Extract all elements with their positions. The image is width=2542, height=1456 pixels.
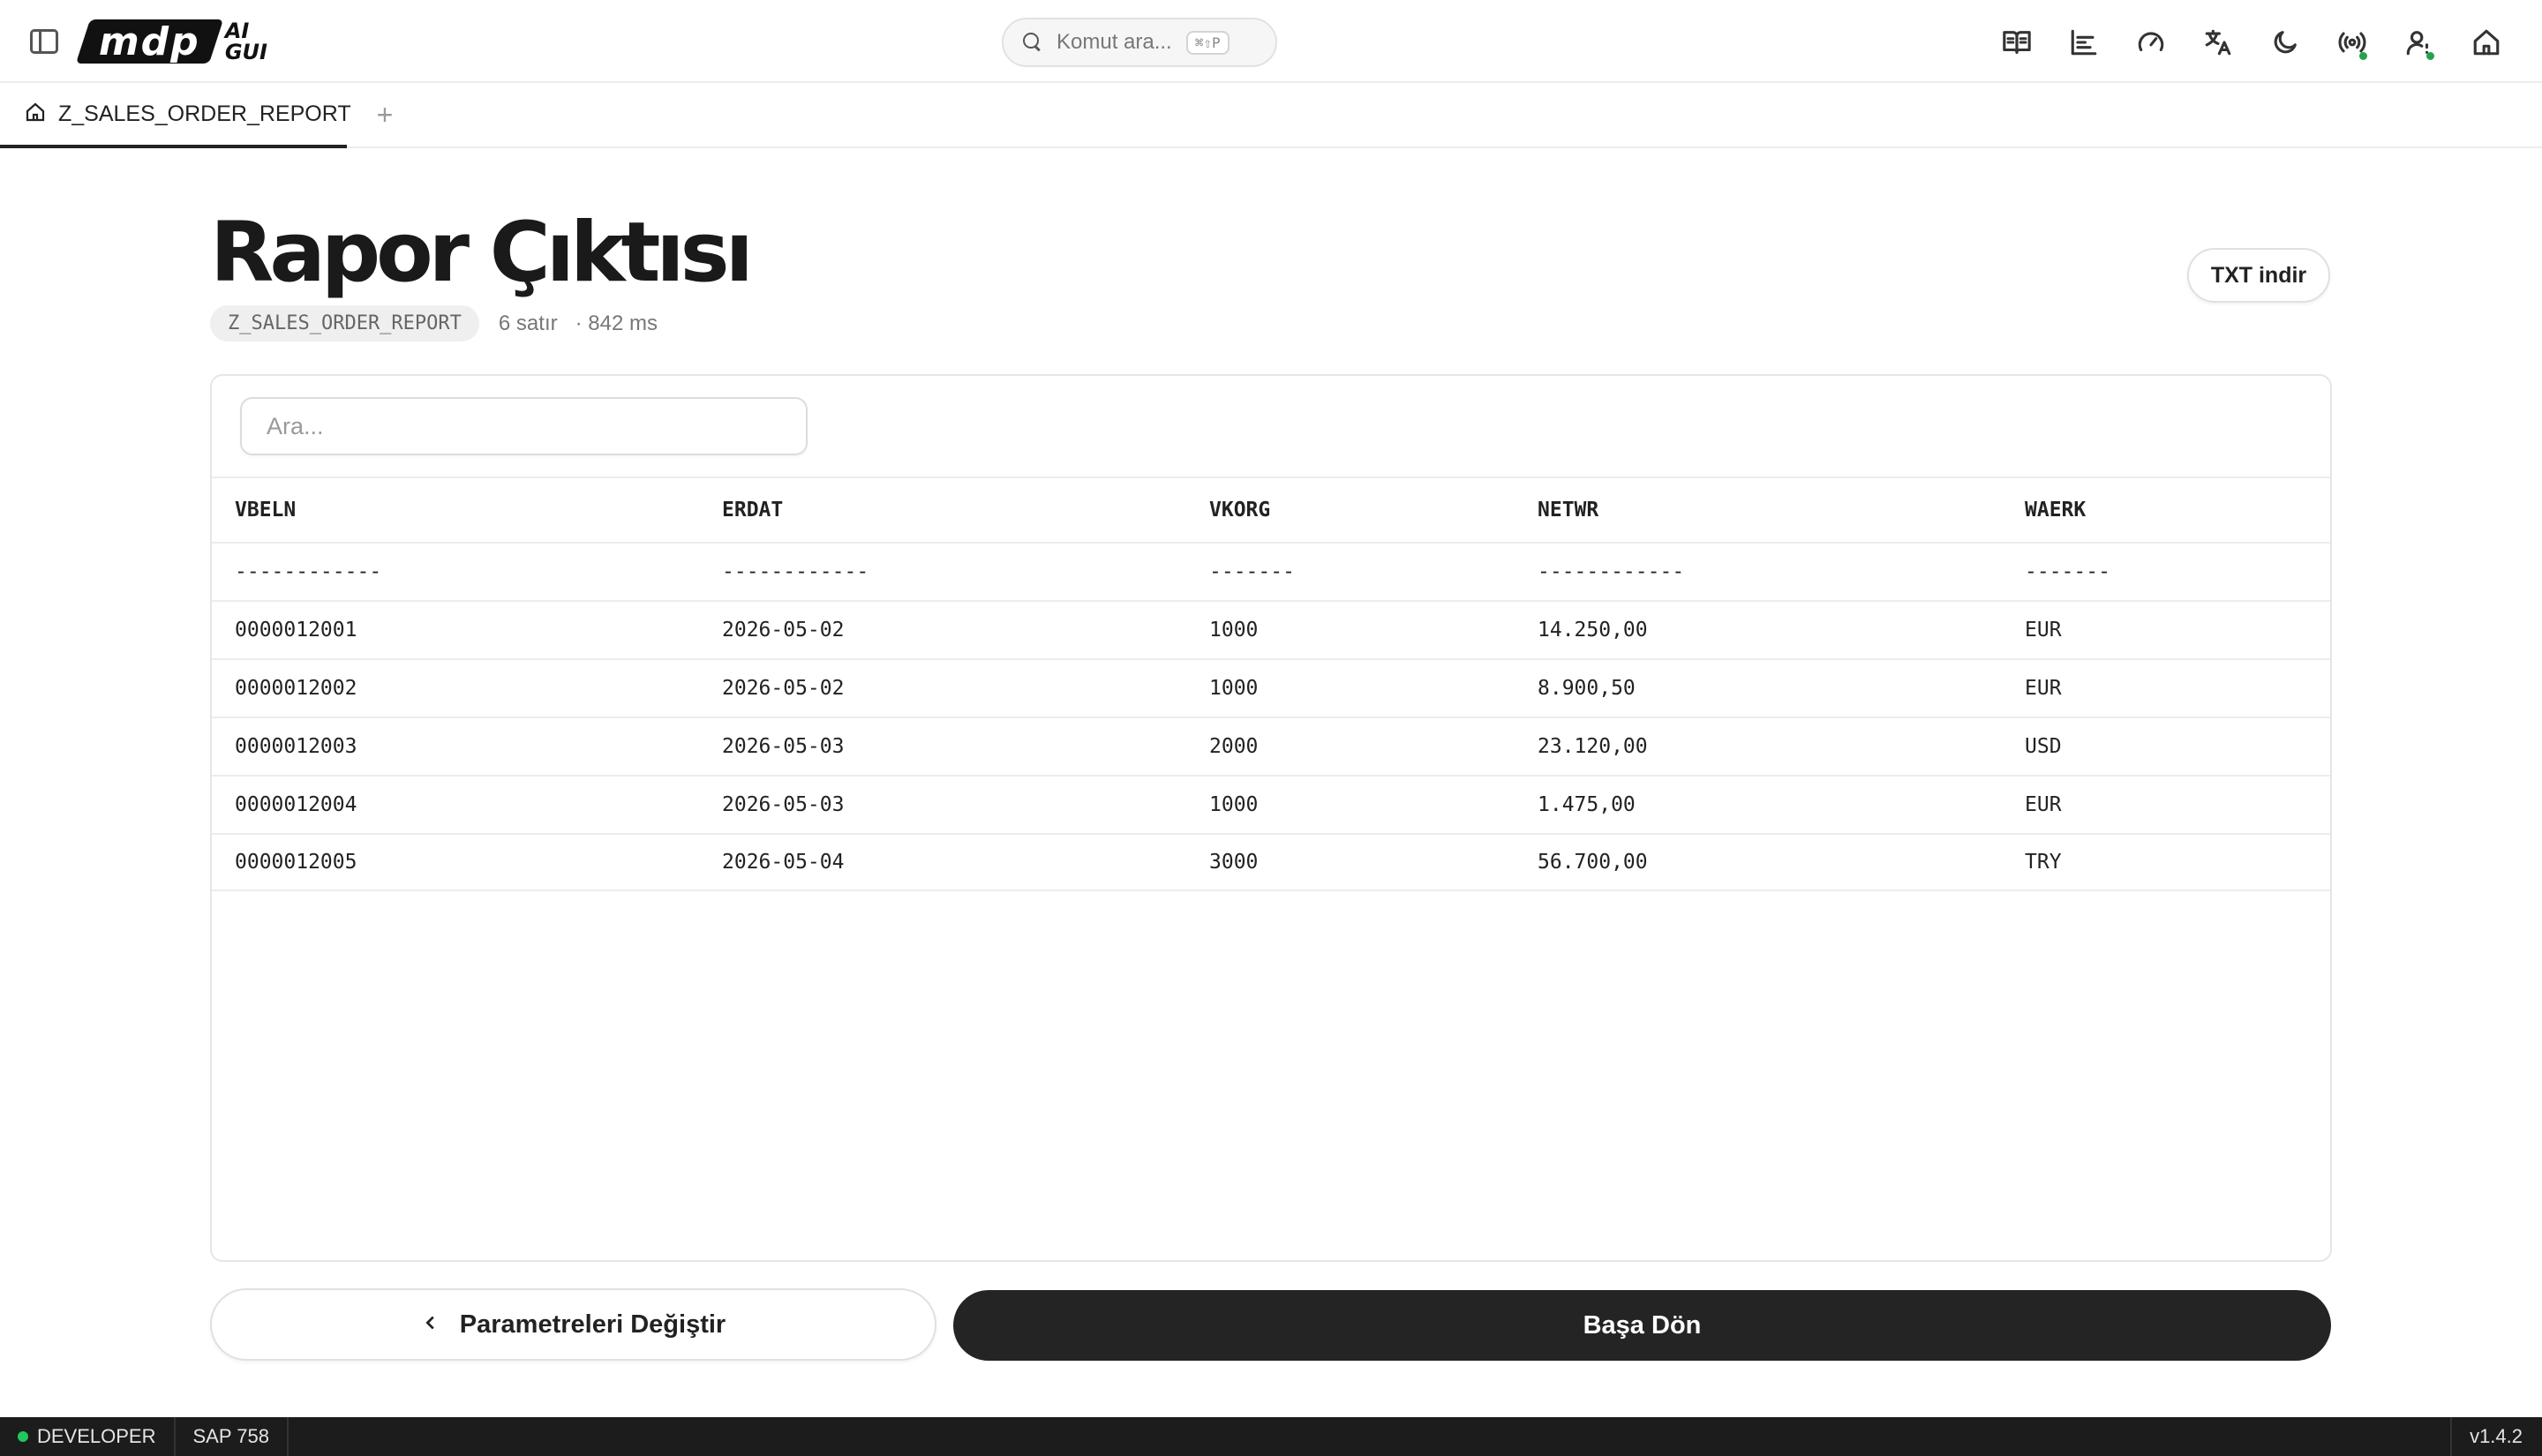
connection-status-dot [2359,52,2367,60]
table-cell: 0000012005 [235,851,357,874]
logo-ai-gui: AI GUI [224,19,267,64]
table-cell: ------------ [235,560,382,583]
table-cell: 56.700,00 [1538,851,1648,874]
top-bar: mdp AI GUI Komut ara... ⌘⇧P [0,0,2542,83]
table-cell: 1000 [1209,619,1259,642]
row-count: 6 satır [498,311,558,335]
table-cell: 2026-05-04 [722,851,845,874]
report-meta: Z_SALES_ORDER_REPORT 6 satır · 842 ms [210,305,658,341]
tab-z-sales-order-report[interactable]: Z_SALES_ORDER_REPORT [0,83,351,148]
status-bar: DEVELOPER SAP 758 v1.4.2 [0,1417,2542,1456]
column-header-vkorg[interactable]: VKORG [1209,478,1270,542]
table-cell: 1000 [1209,793,1259,816]
broadcast-icon[interactable] [2332,23,2373,62]
table-cell: EUR [2025,677,2062,700]
table-cell: 14.250,00 [1538,619,1648,642]
change-parameters-button[interactable]: Parametreleri Değiştir [210,1288,936,1361]
table-row[interactable]: 0000012001 2026-05-02 1000 14.250,00 EUR [212,600,2330,658]
logo-mark: mdp [75,19,223,64]
sidebar-toggle-icon[interactable] [30,29,58,54]
app-logo[interactable]: mdp AI GUI [75,18,267,65]
moon-icon[interactable] [2265,23,2305,62]
search-icon [1023,33,1042,52]
column-header-vbeln[interactable]: VBELN [235,478,296,542]
table-cell: 0000012001 [235,619,357,642]
chart-icon[interactable] [2064,23,2104,62]
table-header-row: VBELN ERDAT VKORG NETWR WAERK [212,477,2330,542]
table-cell: ------------ [1538,560,1685,583]
tab-bar: Z_SALES_ORDER_REPORT + [0,83,2542,148]
home-icon [25,101,46,127]
table-row[interactable]: 0000012004 2026-05-03 1000 1.475,00 EUR [212,775,2330,833]
chevron-left-icon [421,1313,440,1337]
table-search-input[interactable] [267,412,781,440]
table-cell: 23.120,00 [1538,735,1648,758]
environment-indicator: DEVELOPER [0,1417,176,1456]
change-parameters-label: Parametreleri Değiştir [459,1310,726,1339]
top-icon-group [1997,23,2507,62]
back-to-start-button[interactable]: Başa Dön [953,1290,2331,1361]
program-badge: Z_SALES_ORDER_REPORT [210,305,479,341]
table-cell: 2026-05-03 [722,793,845,816]
table-cell: 2026-05-02 [722,619,845,642]
table-cell: TRY [2025,851,2062,874]
add-tab-button[interactable]: + [367,97,402,132]
table-cell: 0000012002 [235,677,357,700]
table-row[interactable]: 0000012002 2026-05-02 1000 8.900,50 EUR [212,658,2330,717]
table-cell: 2026-05-02 [722,677,845,700]
table-cell: 8.900,50 [1538,677,1636,700]
table-cell: 0000012004 [235,793,357,816]
table-separator-row: ------------ ------------ ------- ------… [212,542,2330,600]
txt-download-button[interactable]: TXT indir [2187,248,2330,303]
environment-status-dot [18,1431,28,1442]
report-output-card: VBELN ERDAT VKORG NETWR WAERK ----------… [210,374,2332,1262]
home-icon[interactable] [2466,23,2507,62]
gauge-icon[interactable] [2131,23,2171,62]
table-cell: ------- [2025,560,2110,583]
page-title: Rapor Çıktısı [210,205,754,301]
table-search-field[interactable] [240,397,808,455]
book-open-icon[interactable] [1997,23,2037,62]
column-header-netwr[interactable]: NETWR [1538,478,1598,542]
command-search[interactable]: Komut ara... ⌘⇧P [1002,18,1277,67]
user-status-dot [2426,52,2434,60]
table-cell: 1000 [1209,677,1259,700]
command-shortcut-badge: ⌘⇧P [1185,30,1230,55]
table-row[interactable]: 0000012005 2026-05-04 3000 56.700,00 TRY [212,833,2330,891]
table-cell: USD [2025,735,2062,758]
table-cell: 2000 [1209,735,1259,758]
system-label: SAP 758 [176,1417,289,1456]
translate-icon[interactable] [2198,23,2238,62]
report-table: VBELN ERDAT VKORG NETWR WAERK ----------… [212,477,2330,891]
table-cell: 1.475,00 [1538,793,1636,816]
table-cell: ------- [1209,560,1295,583]
table-cell: 2026-05-03 [722,735,845,758]
table-cell: 3000 [1209,851,1259,874]
column-header-waerk[interactable]: WAERK [2025,478,2086,542]
table-cell: 0000012003 [235,735,357,758]
command-search-placeholder: Komut ara... [1057,30,1172,54]
table-row[interactable]: 0000012003 2026-05-03 2000 23.120,00 USD [212,717,2330,775]
version-label: v1.4.2 [2450,1417,2523,1456]
table-cell: EUR [2025,619,2062,642]
tab-label: Z_SALES_ORDER_REPORT [58,101,351,126]
user-settings-icon[interactable] [2399,23,2440,62]
table-cell: EUR [2025,793,2062,816]
environment-label: DEVELOPER [37,1425,156,1447]
run-duration: · 842 ms [575,311,658,335]
table-cell: ------------ [722,560,869,583]
column-header-erdat[interactable]: ERDAT [722,478,783,542]
back-to-start-label: Başa Dön [1583,1310,1702,1340]
